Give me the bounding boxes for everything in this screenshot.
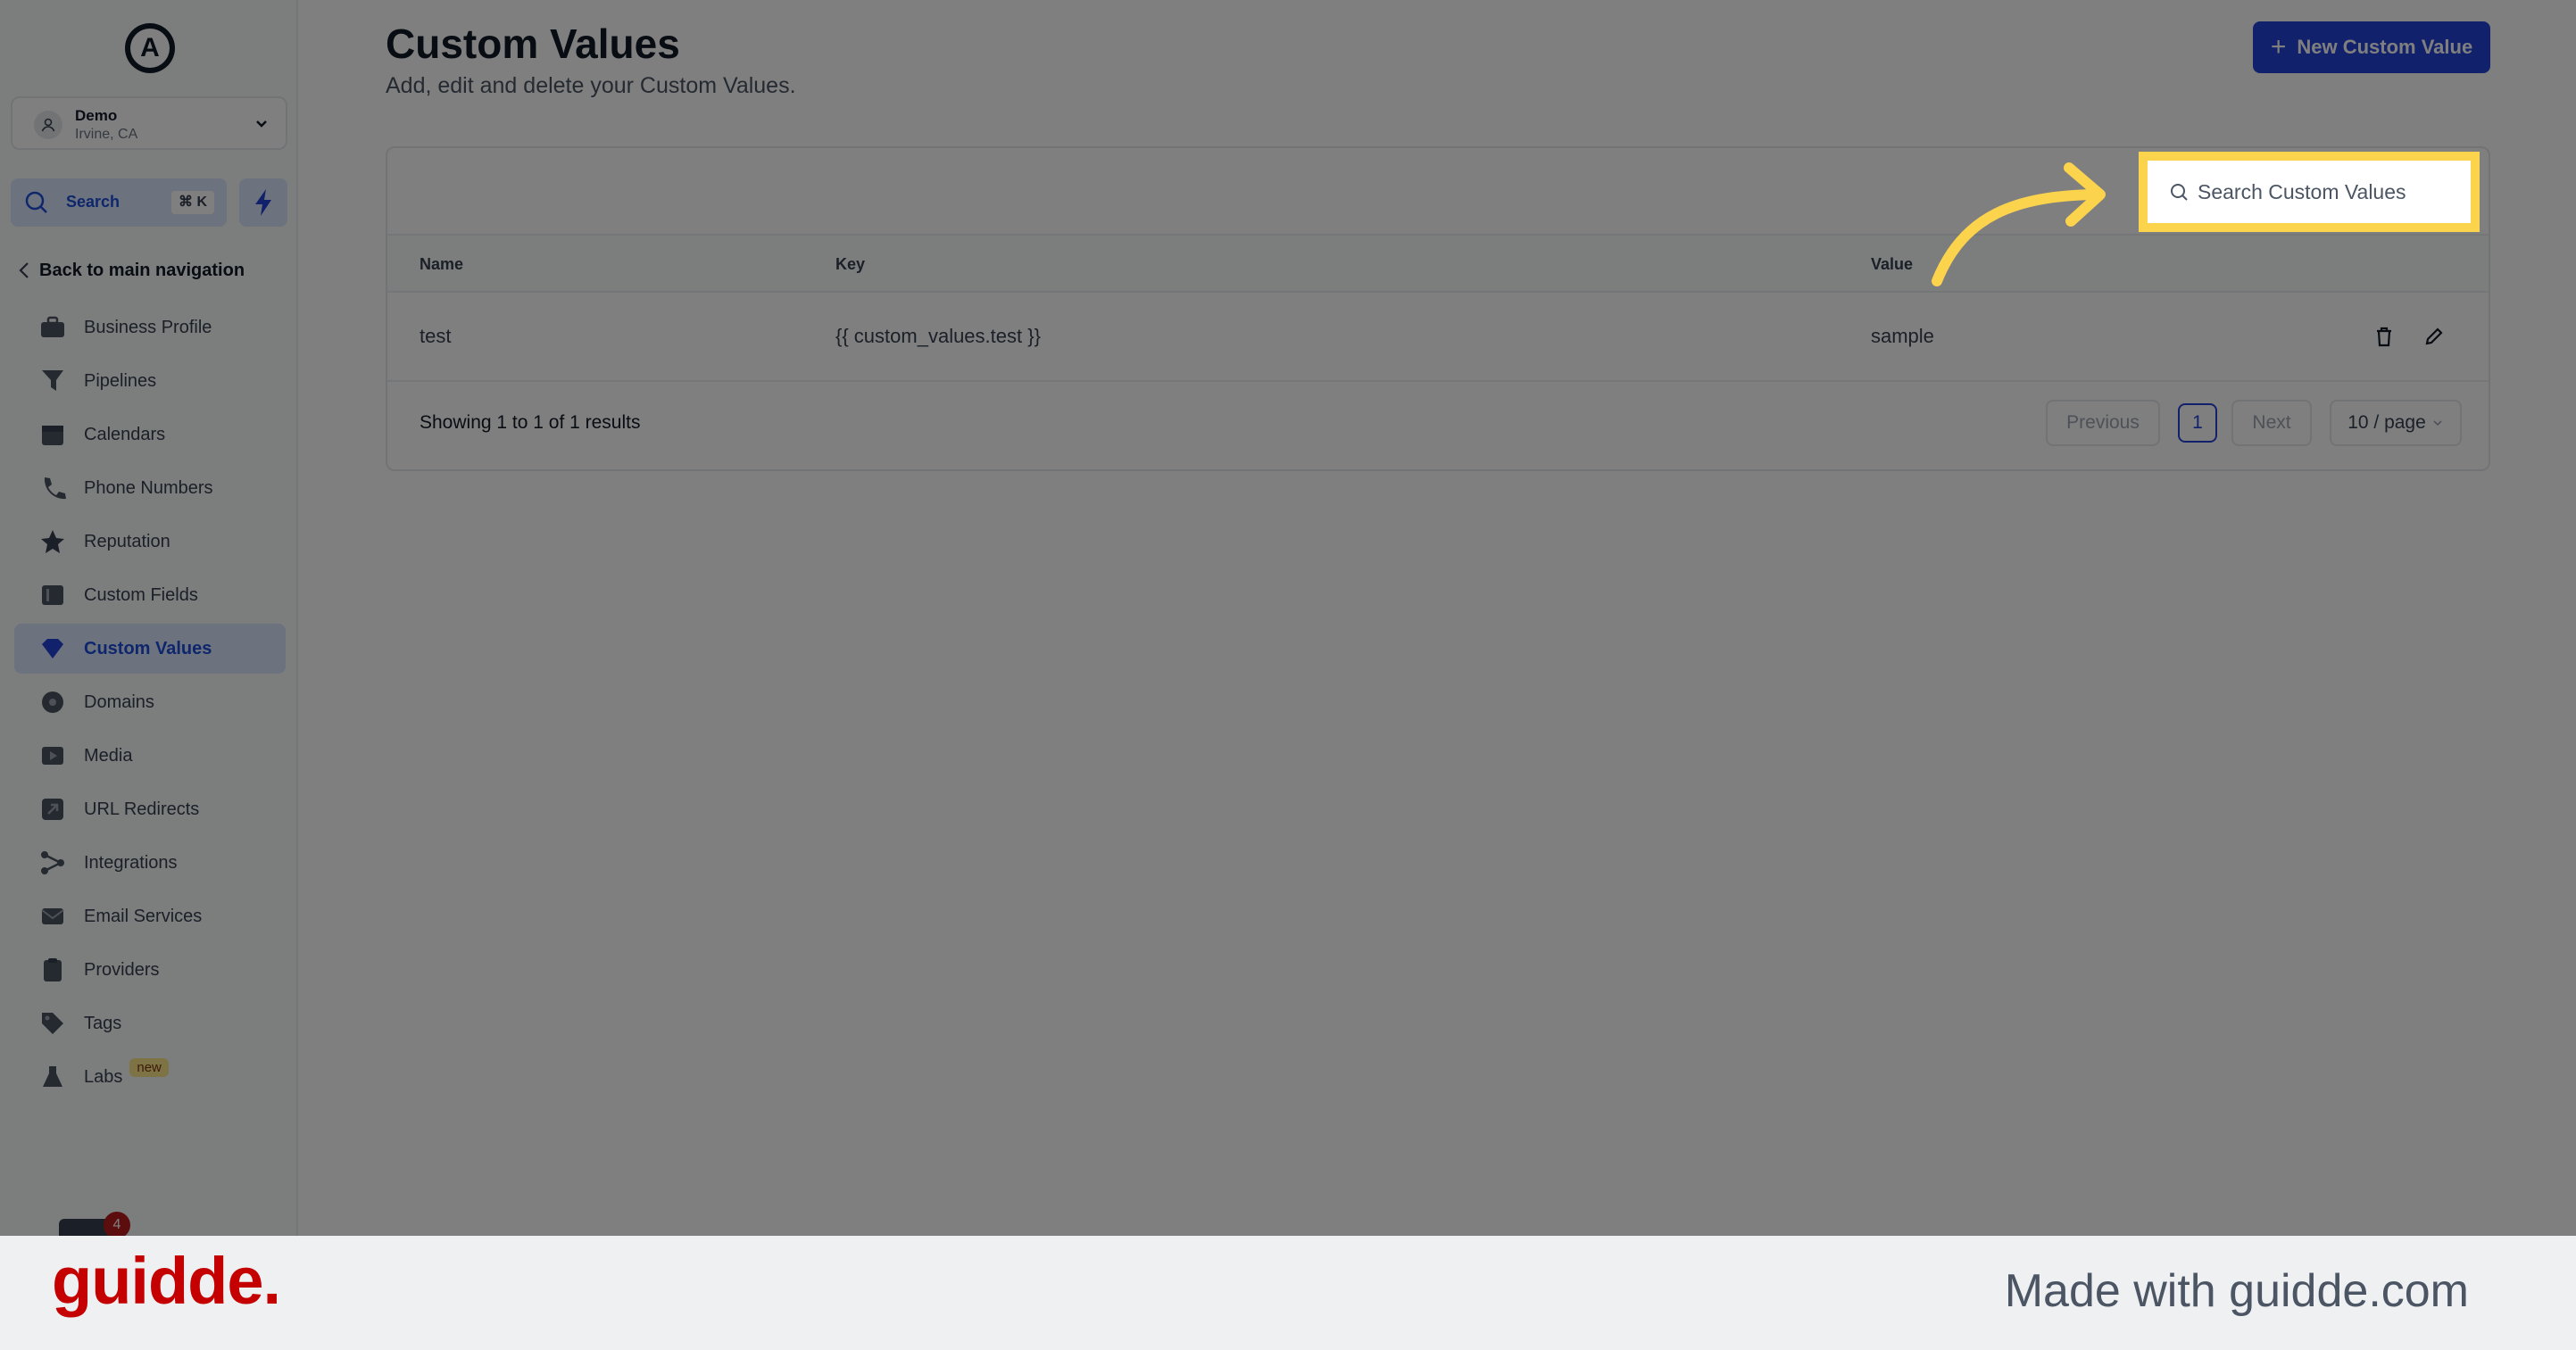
app-window: A Demo Irvine, CA Search ⌘ K Back to mai… xyxy=(0,0,2576,1236)
tutorial-arrow-icon xyxy=(1932,162,2106,286)
guidde-logo: guidde. xyxy=(52,1244,281,1318)
made-with-text: Made with guidde.com xyxy=(2004,1265,2469,1317)
search-icon xyxy=(2171,184,2188,201)
search-placeholder: Search Custom Values xyxy=(2198,179,2406,203)
guidde-footer: guidde. Made with guidde.com xyxy=(0,1236,2576,1350)
search-custom-values-input[interactable]: Search Custom Values xyxy=(2139,152,2480,232)
